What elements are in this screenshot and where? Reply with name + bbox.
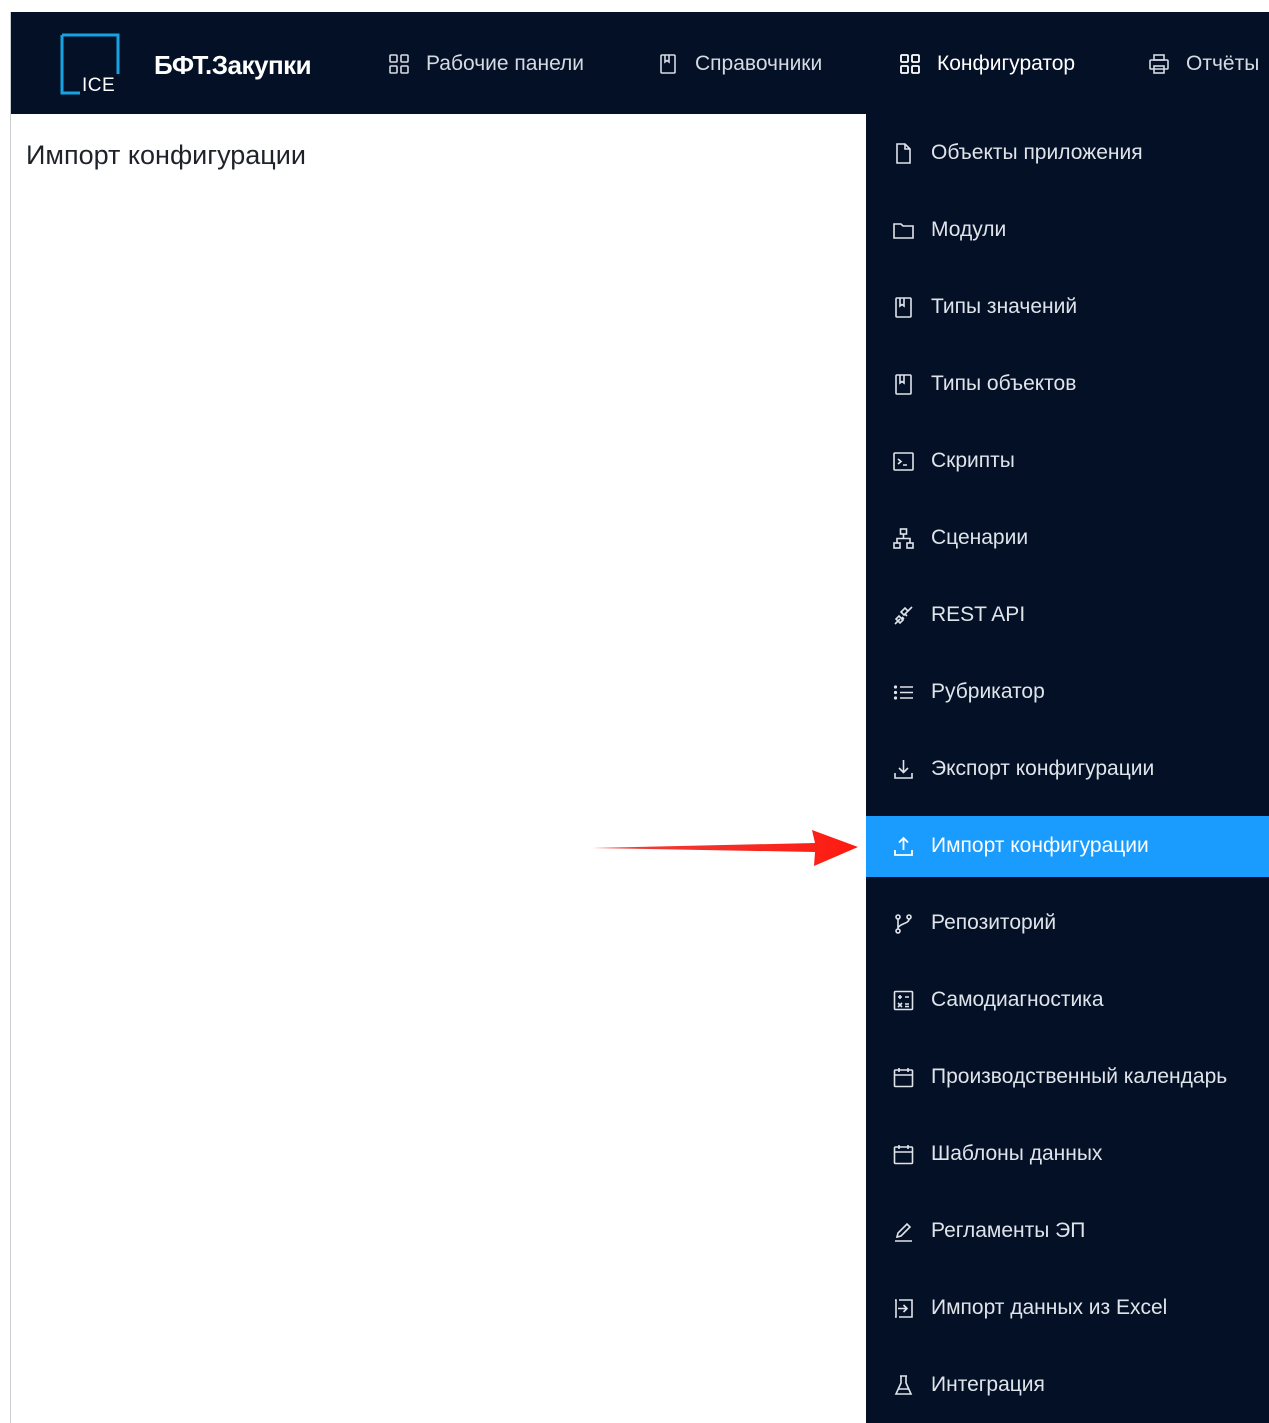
menu-item-scripts[interactable]: Скрипты <box>866 431 1269 492</box>
menu-item-label: Экспорт конфигурации <box>931 757 1155 780</box>
calendar-icon <box>892 1066 915 1089</box>
terminal-icon <box>892 450 915 473</box>
menu-item-rest-api[interactable]: REST API <box>866 585 1269 646</box>
ice-logo[interactable]: ICE <box>60 33 120 96</box>
menu-item-label: Шаблоны данных <box>931 1142 1103 1165</box>
nav-item-label: Рабочие панели <box>426 52 585 75</box>
menu-item-object-types[interactable]: Типы объектов <box>866 354 1269 415</box>
menu-item-label: Типы значений <box>931 295 1078 318</box>
menu-item-label: Регламенты ЭП <box>931 1219 1086 1242</box>
book-icon <box>892 373 915 396</box>
nav-item-configurator[interactable]: Конфигуратор <box>899 47 1075 81</box>
menu-item-label: Объекты приложения <box>931 141 1143 164</box>
menu-item-label: Сценарии <box>931 526 1029 549</box>
menu-item-integration[interactable]: Интеграция <box>866 1355 1269 1416</box>
plug-icon <box>892 604 915 627</box>
menu-item-import-config[interactable]: Импорт конфигурации <box>866 816 1269 877</box>
menu-item-label: Импорт данных из Excel <box>931 1296 1168 1319</box>
nav-item-label: Конфигуратор <box>937 52 1076 75</box>
flask-icon <box>892 1374 915 1397</box>
menu-item-self-diagnostics[interactable]: Самодиагностика <box>866 970 1269 1031</box>
printer-icon <box>1148 53 1170 75</box>
menu-item-label: Импорт конфигурации <box>931 834 1149 857</box>
branch-icon <box>892 912 915 935</box>
download-icon <box>892 758 915 781</box>
menu-item-production-calendar[interactable]: Производственный календарь <box>866 1047 1269 1108</box>
book-icon <box>657 53 679 75</box>
window-frame-edge <box>10 12 11 1423</box>
file-icon <box>892 142 915 165</box>
menu-item-label: Репозиторий <box>931 911 1057 934</box>
import-icon <box>892 1297 915 1320</box>
menu-item-label: Скрипты <box>931 449 1015 472</box>
menu-item-export-config[interactable]: Экспорт конфигурации <box>866 739 1269 800</box>
menu-item-value-types[interactable]: Типы значений <box>866 277 1269 338</box>
grid-icon <box>899 53 921 75</box>
menu-item-label: Рубрикатор <box>931 680 1045 703</box>
menu-item-label: Модули <box>931 218 1007 241</box>
menu-item-excel-import[interactable]: Импорт данных из Excel <box>866 1278 1269 1339</box>
menu-item-modules[interactable]: Модули <box>866 200 1269 261</box>
menu-item-label: Интеграция <box>931 1373 1045 1396</box>
top-navbar: ICE БФТ.Закупки Рабочие панели Справочни… <box>11 12 1269 114</box>
menu-item-app-objects[interactable]: Объекты приложения <box>866 123 1269 184</box>
menu-item-scenarios[interactable]: Сценарии <box>866 508 1269 569</box>
menu-item-label: REST API <box>931 603 1026 626</box>
menu-item-signature-regulations[interactable]: Регламенты ЭП <box>866 1201 1269 1262</box>
grid-icon <box>388 53 410 75</box>
calculator-icon <box>892 989 915 1012</box>
red-arrow-pointer-icon <box>592 830 858 866</box>
hierarchy-icon <box>892 527 915 550</box>
menu-item-label: Самодиагностика <box>931 988 1104 1011</box>
nav-item-reports[interactable]: Отчёты <box>1148 47 1259 81</box>
folder-icon <box>892 219 915 242</box>
pen-icon <box>892 1220 915 1243</box>
calendar-icon <box>892 1143 915 1166</box>
menu-item-rubricator[interactable]: Рубрикатор <box>866 662 1269 723</box>
list-icon <box>892 681 915 704</box>
nav-item-dashboards[interactable]: Рабочие панели <box>388 47 584 81</box>
nav-item-label: Справочники <box>695 52 823 75</box>
menu-item-repository[interactable]: Репозиторий <box>866 893 1269 954</box>
menu-item-data-templates[interactable]: Шаблоны данных <box>866 1124 1269 1185</box>
nav-item-label: Отчёты <box>1186 52 1260 75</box>
logo-text: ICE <box>82 75 116 96</box>
nav-item-references[interactable]: Справочники <box>657 47 822 81</box>
book-icon <box>892 296 915 319</box>
page-title: Импорт конфигурации <box>26 140 306 170</box>
menu-item-label: Производственный календарь <box>931 1065 1228 1088</box>
app-brand-title[interactable]: БФТ.Закупки <box>154 49 312 81</box>
configurator-dropdown-menu: Объекты приложения Модули Типы значений … <box>866 114 1269 1423</box>
upload-icon <box>892 835 915 858</box>
menu-item-label: Типы объектов <box>931 372 1077 395</box>
